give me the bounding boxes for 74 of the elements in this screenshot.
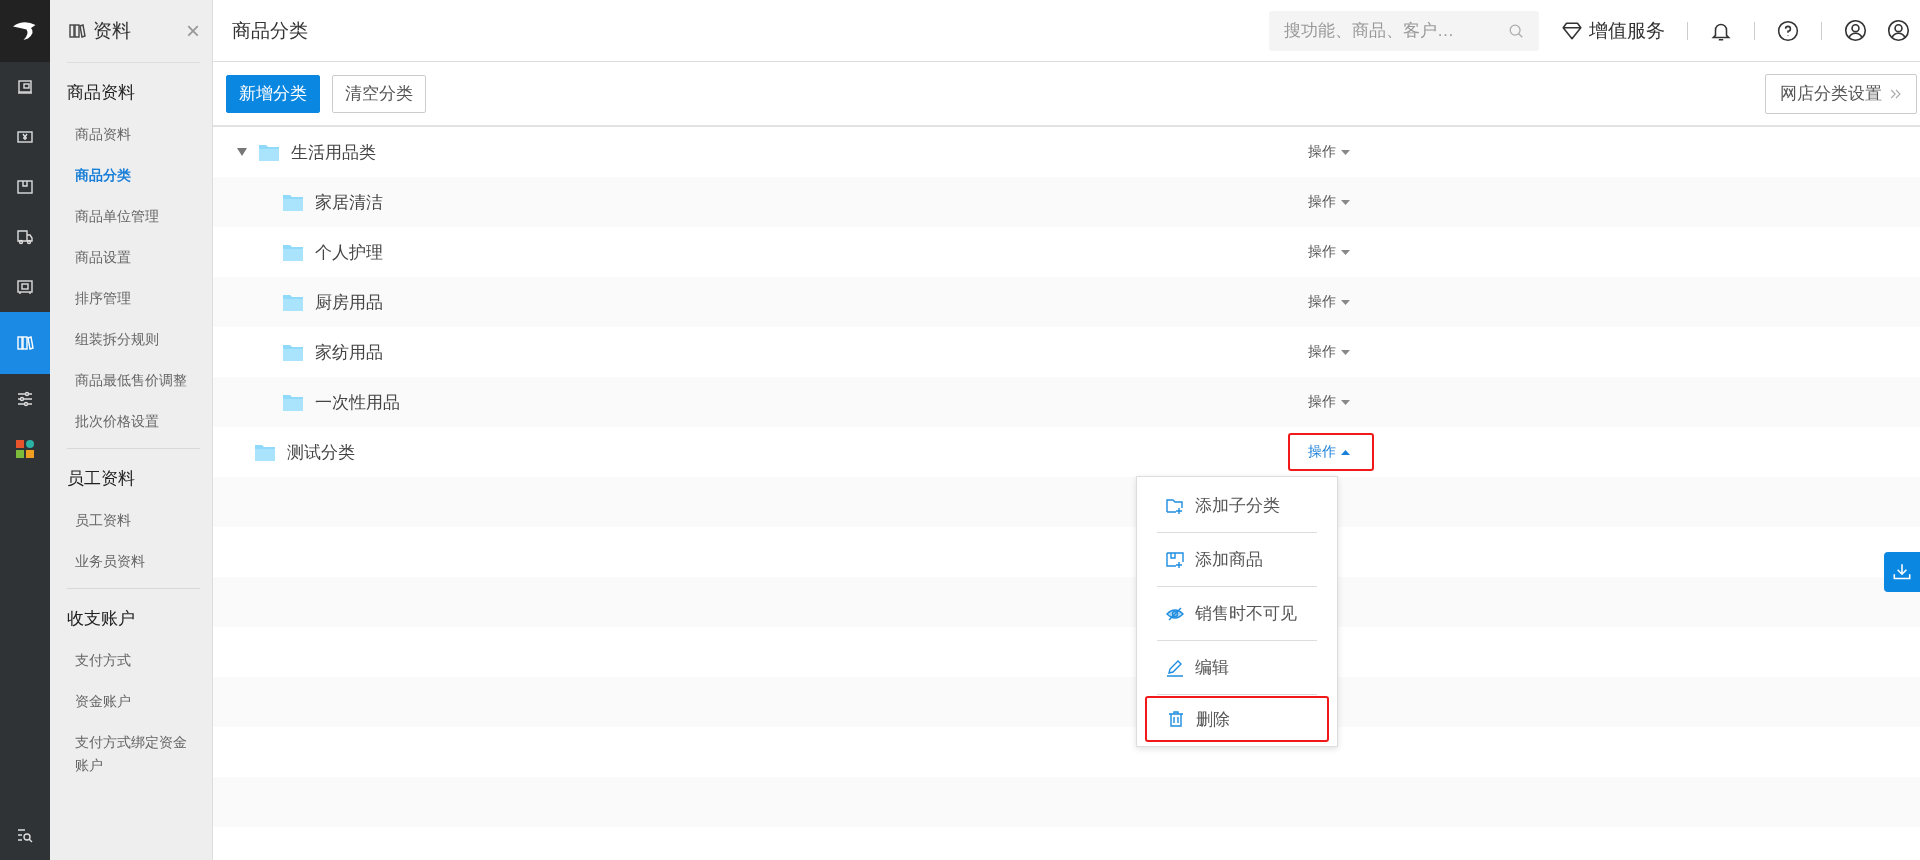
category-name[interactable]: 生活用品类: [291, 140, 376, 164]
binders-icon: [15, 333, 35, 353]
shop-category-settings-button[interactable]: 网店分类设置: [1765, 73, 1917, 114]
register-icon: [15, 277, 35, 297]
folder-icon: [255, 443, 275, 461]
user-icon: [1844, 19, 1867, 42]
sidebar-item[interactable]: 支付方式绑定资金账户: [67, 722, 200, 786]
actions-dropdown[interactable]: 操作: [1288, 183, 1374, 221]
account-button[interactable]: [1844, 19, 1867, 42]
folder-icon: [259, 143, 279, 161]
sidebar-item[interactable]: 商品单位管理: [67, 196, 200, 237]
expand-toggle-icon[interactable]: [237, 147, 247, 157]
folder-icon: [283, 293, 303, 311]
actions-dropdown[interactable]: 操作: [1288, 283, 1374, 321]
category-name[interactable]: 家居清洁: [315, 190, 383, 214]
sidebar-item[interactable]: 商品资料: [67, 114, 200, 155]
category-name[interactable]: 家纺用品: [315, 340, 383, 364]
folder-icon: [283, 393, 303, 411]
caret-icon: [1341, 199, 1350, 205]
menu-item[interactable]: 删除: [1145, 696, 1329, 742]
toolbar-button[interactable]: 新增分类: [226, 74, 320, 113]
group-title: 收支账户: [67, 608, 136, 630]
actions-dropdown[interactable]: 操作: [1288, 383, 1374, 421]
menu-item[interactable]: 添加商品: [1157, 533, 1317, 587]
help-button[interactable]: [1777, 19, 1799, 42]
sidebar-item[interactable]: 批次价格设置: [67, 401, 200, 442]
caret-icon: [1341, 249, 1350, 255]
sliders-icon: [15, 389, 35, 409]
sidebar-item[interactable]: 排序管理: [67, 278, 200, 319]
truck-icon: [15, 227, 35, 247]
actions-dropdown[interactable]: 操作: [1288, 233, 1374, 271]
folder-icon: [283, 193, 303, 211]
sidebar-item[interactable]: 业务员资料: [67, 541, 200, 582]
menu-item[interactable]: 销售时不可见: [1157, 587, 1317, 641]
category-name[interactable]: 测试分类: [287, 440, 355, 464]
caret-icon: [1341, 349, 1350, 355]
actions-dropdown[interactable]: 操作: [1288, 333, 1374, 371]
sidebar-item[interactable]: 组装拆分规则: [67, 319, 200, 360]
help-icon: [1777, 19, 1799, 42]
category-name[interactable]: 厨房用品: [315, 290, 383, 314]
menu-item[interactable]: 编辑: [1157, 641, 1317, 695]
user-icon: [1887, 19, 1910, 42]
apps-icon: [15, 439, 35, 459]
sidebar-item[interactable]: 支付方式: [67, 640, 200, 681]
sidebar-title: 资料: [93, 19, 132, 43]
download-button[interactable]: [1884, 552, 1920, 592]
group-title: 商品资料: [67, 82, 136, 104]
caret-icon: [1341, 399, 1350, 405]
caret-icon: [1341, 149, 1350, 155]
caret-icon: [1341, 299, 1350, 305]
page-title: 商品分类: [232, 18, 309, 43]
menu-item[interactable]: 添加子分类: [1157, 479, 1317, 533]
board-icon: [15, 77, 35, 97]
folder-icon: [283, 243, 303, 261]
sidebar-item[interactable]: 商品设置: [67, 237, 200, 278]
caret-icon: [1341, 449, 1350, 455]
actions-dropdown[interactable]: 操作: [1288, 133, 1374, 171]
binders-icon: [67, 21, 87, 41]
category-name[interactable]: 个人护理: [315, 240, 383, 264]
box-icon: [15, 177, 35, 197]
toolbar-button[interactable]: 清空分类: [332, 74, 426, 113]
actions-dropdown[interactable]: 操作: [1288, 433, 1374, 471]
sidebar-item[interactable]: 员工资料: [67, 500, 200, 541]
value-service-button[interactable]: 增值服务: [1561, 17, 1665, 44]
category-name[interactable]: 一次性用品: [315, 390, 400, 414]
goods-plus-icon: [1165, 549, 1185, 570]
sidebar-item[interactable]: 商品分类: [67, 155, 200, 196]
group-title: 员工资料: [67, 468, 136, 490]
sidebar-item[interactable]: 资金账户: [67, 681, 200, 722]
sidebar-item[interactable]: 商品最低售价调整: [67, 360, 200, 401]
trash-icon: [1166, 709, 1186, 729]
folder-icon: [283, 343, 303, 361]
profile-button[interactable]: [1887, 19, 1910, 42]
search-field[interactable]: 搜功能、商品、客户…: [1269, 10, 1539, 51]
